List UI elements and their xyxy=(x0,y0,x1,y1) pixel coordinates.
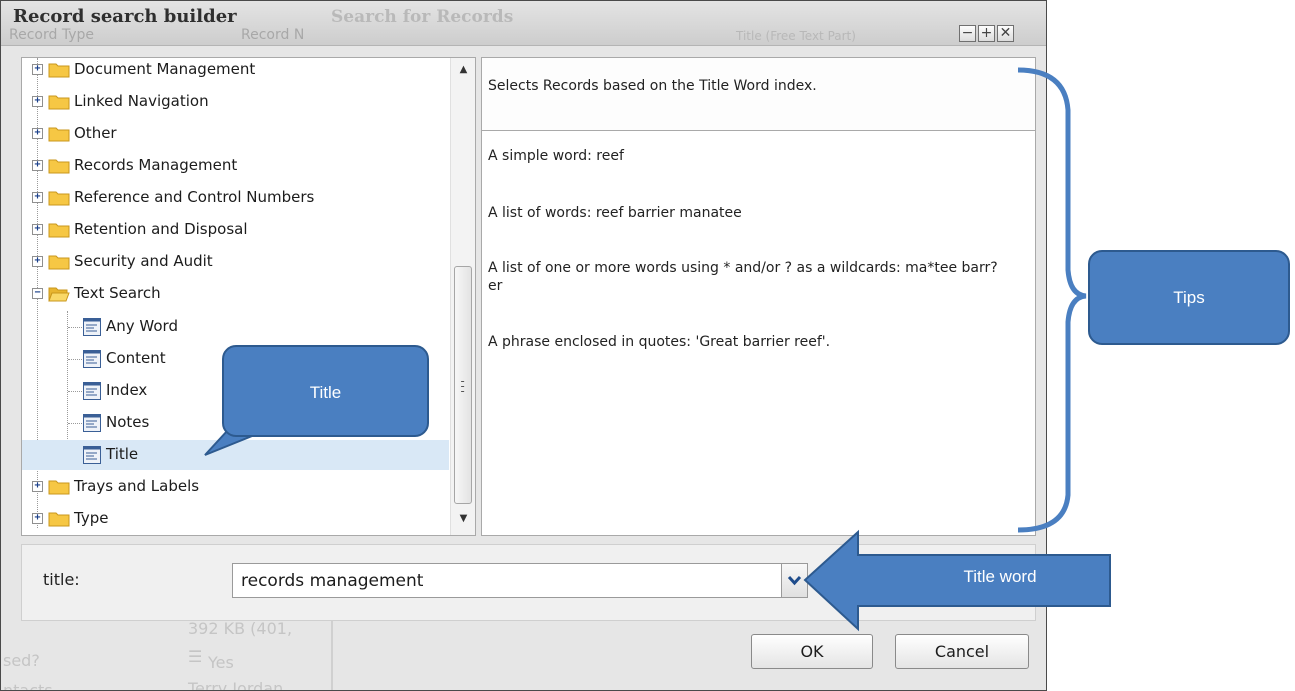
title-word-arrow-label: Title word xyxy=(963,567,1037,586)
title-callout: Title xyxy=(222,345,429,437)
tips-bracket xyxy=(1017,67,1087,533)
title-callout-text: Title xyxy=(309,383,342,402)
annotation-layer xyxy=(204,67,1111,632)
tips-callout: Tips xyxy=(1088,250,1290,345)
tips-callout-text: Tips xyxy=(1173,288,1205,307)
